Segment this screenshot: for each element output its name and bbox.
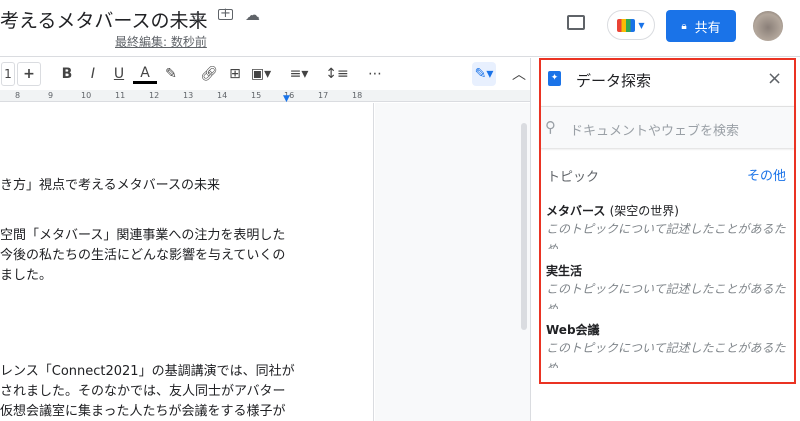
ruler-tick: 17 [318, 91, 329, 100]
underline-button[interactable]: U [107, 62, 131, 86]
bold-button[interactable]: B [55, 62, 79, 86]
ruler-tick: 11 [115, 91, 126, 100]
star-icon[interactable]: ☆ [190, 8, 204, 27]
insert-image-icon[interactable]: ▣▾ [249, 62, 273, 86]
doc-line: 仮想会議室に集まった人たちが会議をする様子が [0, 404, 286, 419]
ruler-tick: 8 [15, 91, 21, 100]
doc-line: ました。 [0, 268, 53, 283]
ruler-tick: 9 [48, 91, 54, 100]
share-label: 共有 [694, 20, 721, 36]
divider [530, 58, 531, 421]
scrollbar[interactable] [521, 123, 527, 330]
doc-line: レンス「Connect2021」の基調講演では、同社が [0, 364, 295, 379]
lock-icon: 🔒︎ [681, 20, 687, 32]
ruler[interactable]: 8 9 10 11 12 13 14 15 16 17 18 ▼ [0, 90, 530, 104]
ruler-tick: 14 [217, 91, 228, 100]
italic-button[interactable]: I [81, 62, 105, 86]
ruler-tick: 18 [352, 91, 363, 100]
doc-line: 空間「メタバース」関連事業への注力を表明した [0, 228, 286, 243]
share-button[interactable]: 🔒︎ 共有 [666, 10, 736, 42]
add-comment-icon[interactable]: ⊞ [223, 62, 247, 86]
meet-icon [617, 18, 636, 32]
highlight-icon[interactable]: ✎ [159, 62, 183, 86]
increase-font-size-button[interactable]: + [17, 62, 41, 86]
align-icon[interactable]: ≡▾ [287, 62, 311, 86]
editing-mode-button[interactable]: ✎▾ [472, 62, 496, 86]
ruler-tick: 15 [251, 91, 262, 100]
doc-line: 今後の私たちの生活にどんな影響を与えていくの [0, 248, 286, 263]
explore-panel-highlight [539, 58, 796, 384]
line-spacing-icon[interactable]: ↕≡ [325, 62, 349, 86]
comments-icon[interactable] [567, 15, 585, 30]
document-title[interactable]: 考えるメタバースの未来 [0, 6, 207, 33]
collapse-toolbar-icon[interactable]: ︿ [507, 62, 531, 86]
avatar[interactable] [753, 11, 783, 41]
divider [0, 56, 800, 57]
last-edit-link[interactable]: 最終編集: 数秒前 [115, 33, 207, 50]
toolbar: 1 + B I U A ✎ 🔗︎ ⊞ ▣▾ ≡▾ ↕≡ ⋯ ✎▾ ︿ [0, 60, 530, 88]
text-color-button[interactable]: A [133, 64, 157, 84]
doc-line: されました。そのなかでは、友人同士がアバター [0, 384, 286, 399]
ruler-tick: 13 [183, 91, 194, 100]
font-size-input[interactable]: 1 [1, 62, 15, 86]
move-folder-icon[interactable]: + [218, 7, 233, 20]
meet-button[interactable]: ▼ [607, 10, 655, 40]
link-icon[interactable]: 🔗︎ [197, 62, 221, 86]
ruler-tick: 10 [81, 91, 92, 100]
page-margin-area [375, 103, 530, 421]
cloud-saved-icon[interactable]: ☁ [245, 6, 260, 24]
more-button[interactable]: ⋯ [363, 62, 387, 86]
doc-heading: き方」視点で考えるメタバースの未来 [0, 178, 220, 193]
chevron-down-icon: ▼ [638, 20, 645, 30]
ruler-tick: 12 [149, 91, 160, 100]
